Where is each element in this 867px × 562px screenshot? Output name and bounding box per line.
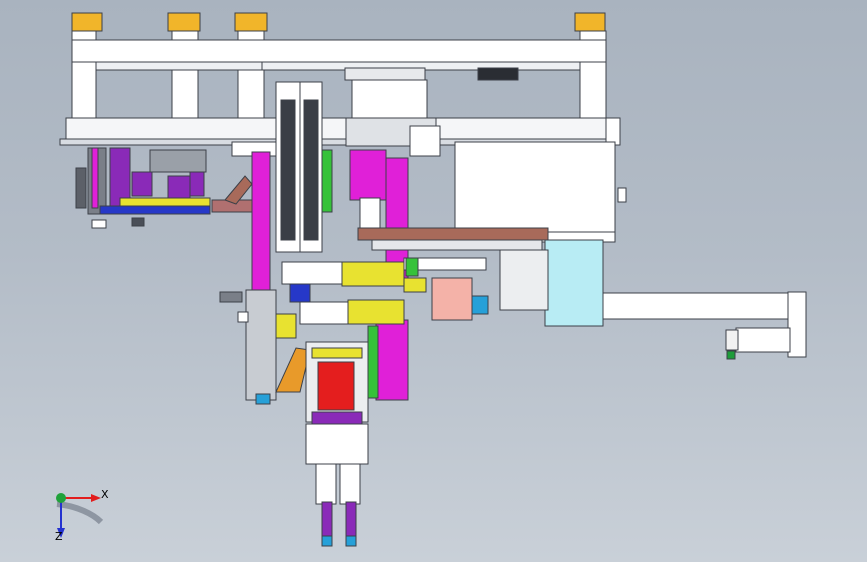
- gripper-block: [431, 277, 489, 321]
- mounting-pads: [71, 12, 606, 32]
- machine-assembly-model[interactable]: [0, 0, 867, 562]
- linear-actuators: [281, 257, 427, 325]
- x-axis-label: X: [101, 488, 109, 501]
- cad-viewport[interactable]: X Z: [0, 0, 867, 562]
- cable-chains: [275, 81, 333, 253]
- z-axis-label: Z: [55, 530, 63, 543]
- lower-head: [275, 313, 379, 547]
- top-frame: [59, 30, 621, 146]
- right-arm-motor: [602, 291, 807, 360]
- axis-triad[interactable]: X Z: [45, 478, 115, 548]
- left-bracket-assembly: [75, 147, 253, 229]
